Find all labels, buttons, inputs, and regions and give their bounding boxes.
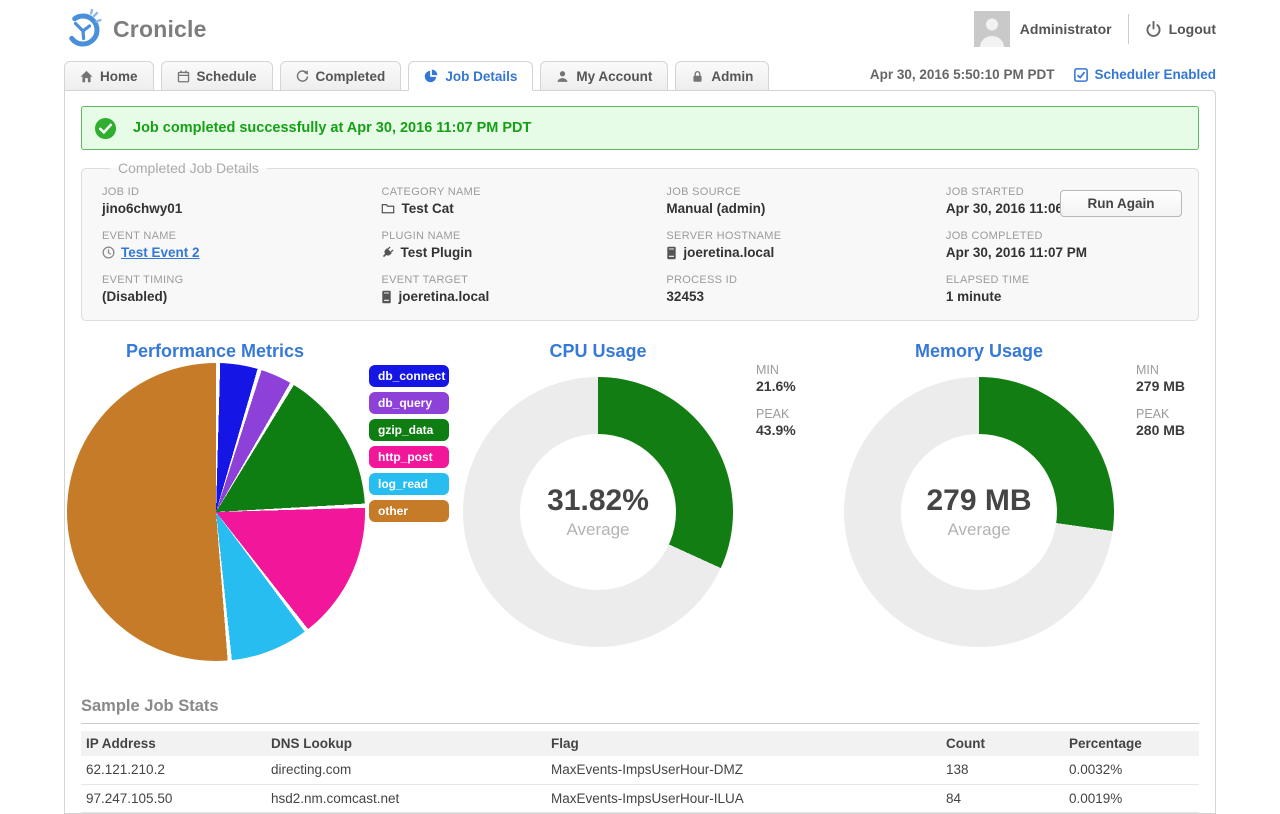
legend-item-db-query: db_query bbox=[369, 392, 449, 414]
legend-item-gzip-data: gzip_data bbox=[369, 419, 449, 441]
sample-job-stats-table: IP Address DNS Lookup Flag Count Percent… bbox=[81, 731, 1199, 813]
table-header-row: IP Address DNS Lookup Flag Count Percent… bbox=[81, 731, 1199, 756]
legend-item-other: other bbox=[369, 500, 449, 522]
tab-admin[interactable]: Admin bbox=[675, 61, 770, 91]
top-header: Cronicle Administrator Logout bbox=[0, 0, 1280, 58]
event-name-link[interactable]: Test Event 2 bbox=[121, 245, 200, 260]
cpu-peak-stat: PEAK 43.9% bbox=[756, 407, 796, 438]
field-server-hostname: SERVER HOSTNAME joeretina.local bbox=[666, 230, 782, 260]
power-icon bbox=[1146, 20, 1161, 37]
cpu-average-label: Average bbox=[566, 520, 630, 539]
check-circle-icon bbox=[94, 117, 117, 139]
memory-average-value: 279 MB bbox=[926, 484, 1032, 517]
field-event-timing: EVENT TIMING (Disabled) bbox=[102, 274, 184, 304]
table-row: 97.247.105.50 hsd2.nm.comcast.net MaxEve… bbox=[81, 784, 1199, 813]
scheduler-enabled-toggle[interactable]: Scheduler Enabled bbox=[1074, 67, 1216, 82]
performance-metrics-title: Performance Metrics bbox=[125, 341, 305, 361]
field-event-target: EVENT TARGET joeretina.local bbox=[381, 274, 490, 304]
current-user-label[interactable]: Administrator bbox=[1020, 21, 1112, 37]
memory-peak-stat: PEAK 280 MB bbox=[1136, 407, 1186, 438]
field-elapsed-time: ELAPSED TIME 1 minute bbox=[945, 274, 1030, 304]
sample-job-stats-heading: Sample Job Stats bbox=[81, 697, 1199, 724]
plug-icon bbox=[383, 246, 394, 258]
memory-average-label: Average bbox=[947, 520, 1011, 539]
field-event-name: EVENT NAME Test Event 2 bbox=[102, 230, 200, 260]
run-again-button[interactable]: Run Again bbox=[1060, 190, 1182, 217]
col-flag: Flag bbox=[546, 731, 941, 756]
cpu-min-stat: MIN 21.6% bbox=[756, 363, 796, 394]
memory-usage-title: Memory Usage bbox=[914, 341, 1044, 361]
home-icon bbox=[80, 70, 93, 82]
col-ip-address: IP Address bbox=[81, 731, 266, 756]
history-icon bbox=[296, 69, 308, 82]
success-banner: Job completed successfully at Apr 30, 20… bbox=[81, 106, 1199, 150]
server-icon bbox=[382, 290, 392, 303]
app-title: Cronicle bbox=[113, 15, 207, 42]
logout-label: Logout bbox=[1168, 21, 1216, 37]
user-icon bbox=[557, 70, 568, 82]
table-row: 62.121.210.2 directing.com MaxEvents-Imp… bbox=[81, 756, 1199, 785]
main-content: Job completed successfully at Apr 30, 20… bbox=[64, 90, 1216, 814]
tab-bar: Home Schedule Completed Job Details My A… bbox=[64, 58, 1216, 91]
tab-my-account[interactable]: My Account bbox=[540, 61, 669, 91]
cpu-donut-chart: 31.82% Average bbox=[463, 377, 733, 647]
server-icon bbox=[667, 246, 677, 259]
header-divider bbox=[1127, 14, 1129, 44]
field-plugin-name: PLUGIN NAME Test Plugin bbox=[381, 230, 473, 260]
success-message: Job completed successfully at Apr 30, 20… bbox=[133, 120, 532, 136]
current-datetime: Apr 30, 2016 5:50:10 PM PDT bbox=[869, 67, 1055, 82]
folder-icon bbox=[382, 203, 395, 214]
memory-donut-chart: 279 MB Average bbox=[844, 377, 1114, 647]
memory-min-stat: MIN 279 MB bbox=[1136, 363, 1186, 394]
cronicle-clock-icon bbox=[66, 9, 102, 47]
performance-pie-chart bbox=[67, 363, 365, 661]
checkbox-checked-icon bbox=[1074, 67, 1089, 82]
calendar-icon bbox=[177, 70, 189, 82]
clock-icon bbox=[102, 246, 115, 259]
pie-legend: db_connect db_query gzip_data http_post … bbox=[369, 365, 449, 527]
app-logo: Cronicle bbox=[64, 9, 207, 49]
field-job-source: JOB SOURCE Manual (admin) bbox=[666, 186, 766, 216]
tab-completed[interactable]: Completed bbox=[279, 61, 402, 91]
lock-icon bbox=[693, 70, 702, 82]
col-count: Count bbox=[941, 731, 1064, 756]
field-job-id: JOB ID jino6chwy01 bbox=[102, 186, 183, 216]
legend-item-http-post: http_post bbox=[369, 446, 449, 468]
charts-section: Performance Metrics db_connect db_query … bbox=[65, 339, 1215, 687]
tab-schedule[interactable]: Schedule bbox=[160, 61, 273, 91]
logout-button[interactable]: Logout bbox=[1145, 20, 1216, 38]
col-dns-lookup: DNS Lookup bbox=[266, 731, 546, 756]
field-job-completed: JOB COMPLETED Apr 30, 2016 11:07 PM bbox=[945, 230, 1087, 260]
field-category-name: CATEGORY NAME Test Cat bbox=[381, 186, 481, 216]
completed-job-details-panel: Completed Job Details Run Again JOB ID j… bbox=[81, 160, 1199, 321]
col-percentage: Percentage bbox=[1064, 731, 1199, 756]
field-process-id: PROCESS ID 32453 bbox=[666, 274, 738, 304]
cpu-average-value: 31.82% bbox=[547, 484, 649, 517]
pie-chart-icon bbox=[425, 69, 438, 83]
tab-home[interactable]: Home bbox=[64, 61, 154, 91]
legend-item-db-connect: db_connect bbox=[369, 365, 449, 387]
avatar[interactable] bbox=[973, 11, 1010, 47]
legend-item-log-read: log_read bbox=[369, 473, 449, 495]
cpu-usage-title: CPU Usage bbox=[549, 341, 647, 361]
panel-legend: Completed Job Details bbox=[118, 160, 259, 176]
tab-job-details[interactable]: Job Details bbox=[408, 61, 534, 91]
